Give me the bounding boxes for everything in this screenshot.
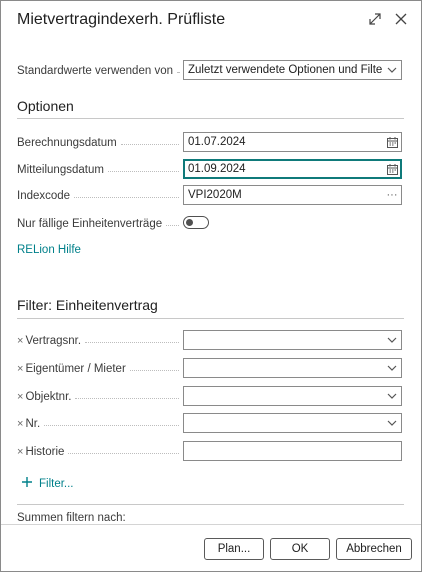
berechnungsdatum-value: 01.07.2024 <box>188 136 246 148</box>
berechnungsdatum-field[interactable]: 01.07.2024 <box>183 132 402 152</box>
remove-filter-icon[interactable]: × <box>17 363 23 375</box>
mitteilungsdatum-row: Mitteilungsdatum 01.09.2024 <box>17 159 404 181</box>
dialog-title: Mietvertragindexerh. Prüfliste <box>17 11 226 28</box>
cancel-button[interactable]: Abbrechen <box>336 538 412 560</box>
filter-divider <box>17 318 404 319</box>
berechnungsdatum-row: Berechnungsdatum 01.07.2024 <box>17 132 404 154</box>
filter-row: × Historie <box>17 441 404 463</box>
leader-dots <box>75 397 179 399</box>
filter-field[interactable] <box>183 441 402 461</box>
nur-faellige-label: Nur fällige Einheitenverträge <box>17 218 163 230</box>
add-filter-link[interactable]: Filter... <box>21 476 74 491</box>
indexcode-value: VPI2020M <box>188 189 242 201</box>
ok-button[interactable]: OK <box>270 538 330 560</box>
summen-label: Summen filtern nach: <box>17 512 126 524</box>
relion-help-link[interactable]: RELion Hilfe <box>17 244 81 256</box>
toggle-knob <box>186 218 193 226</box>
plus-icon <box>21 476 33 491</box>
mitteilungsdatum-label: Mitteilungsdatum <box>17 164 104 176</box>
remove-filter-icon[interactable]: × <box>17 446 23 458</box>
remove-filter-icon[interactable]: × <box>17 418 23 430</box>
indexcode-field[interactable]: VPI2020M ··· <box>183 185 402 205</box>
filter-heading: Filter: Einheitenvertrag <box>17 297 158 313</box>
chevron-down-icon[interactable] <box>383 359 401 377</box>
filter-row: × Vertragsnr. <box>17 330 404 352</box>
chevron-down-icon[interactable] <box>383 387 401 405</box>
berechnungsdatum-label: Berechnungsdatum <box>17 137 117 149</box>
remove-filter-icon[interactable]: × <box>17 335 23 347</box>
defaults-value: Zuletzt verwendete Optionen und Filter <box>188 64 383 76</box>
leader-dots <box>166 224 179 226</box>
mitteilungsdatum-value: 01.09.2024 <box>188 163 246 175</box>
filter-field[interactable] <box>183 330 402 350</box>
leader-dots <box>177 71 179 73</box>
filter-label: Historie <box>25 446 65 458</box>
indexcode-label: Indexcode <box>17 190 71 202</box>
filter-label: Objektnr. <box>25 391 72 403</box>
filter-field[interactable] <box>183 386 402 406</box>
leader-dots <box>85 341 179 343</box>
leader-dots <box>44 424 179 426</box>
options-heading: Optionen <box>17 98 74 114</box>
filter-row: × Nr. <box>17 413 404 435</box>
add-filter-label: Filter... <box>39 477 74 490</box>
leader-dots <box>107 170 179 172</box>
filter-row: × Objektnr. <box>17 386 404 408</box>
dialog: Mietvertragindexerh. Prüfliste Standardw… <box>0 0 422 572</box>
title-actions <box>367 11 409 27</box>
chevron-down-icon <box>383 61 401 79</box>
more-options-icon[interactable]: ··· <box>383 186 401 204</box>
leader-dots <box>120 143 179 145</box>
filter-row: × Eigentümer / Mieter <box>17 358 404 380</box>
filter-label: Vertragsnr. <box>25 335 82 347</box>
filter-field[interactable] <box>183 413 402 433</box>
summen-divider <box>17 504 404 505</box>
chevron-down-icon[interactable] <box>383 331 401 349</box>
filter-label: Eigentümer / Mieter <box>25 363 126 375</box>
leader-dots <box>129 369 179 371</box>
nur-faellige-row: Nur fällige Einheitenverträge <box>17 213 404 235</box>
indexcode-row: Indexcode VPI2020M ··· <box>17 185 404 207</box>
chevron-down-icon[interactable] <box>383 414 401 432</box>
remove-filter-icon[interactable]: × <box>17 391 23 403</box>
calendar-icon[interactable] <box>383 133 401 151</box>
filter-field[interactable] <box>183 358 402 378</box>
options-divider <box>17 118 404 119</box>
defaults-select[interactable]: Zuletzt verwendete Optionen und Filter <box>183 60 402 80</box>
nur-faellige-toggle[interactable] <box>183 216 209 229</box>
defaults-row: Standardwerte verwenden von Zuletzt verw… <box>17 60 404 82</box>
filter-label: Nr. <box>25 418 41 430</box>
expand-icon[interactable] <box>367 11 383 27</box>
mitteilungsdatum-field[interactable]: 01.09.2024 <box>183 159 402 179</box>
dialog-footer: Plan... OK Abbrechen <box>1 524 421 571</box>
calendar-icon[interactable] <box>383 160 401 178</box>
plan-button[interactable]: Plan... <box>204 538 264 560</box>
close-icon[interactable] <box>393 11 409 27</box>
leader-dots <box>68 452 179 454</box>
defaults-label: Standardwerte verwenden von <box>17 65 173 77</box>
leader-dots <box>74 196 179 198</box>
